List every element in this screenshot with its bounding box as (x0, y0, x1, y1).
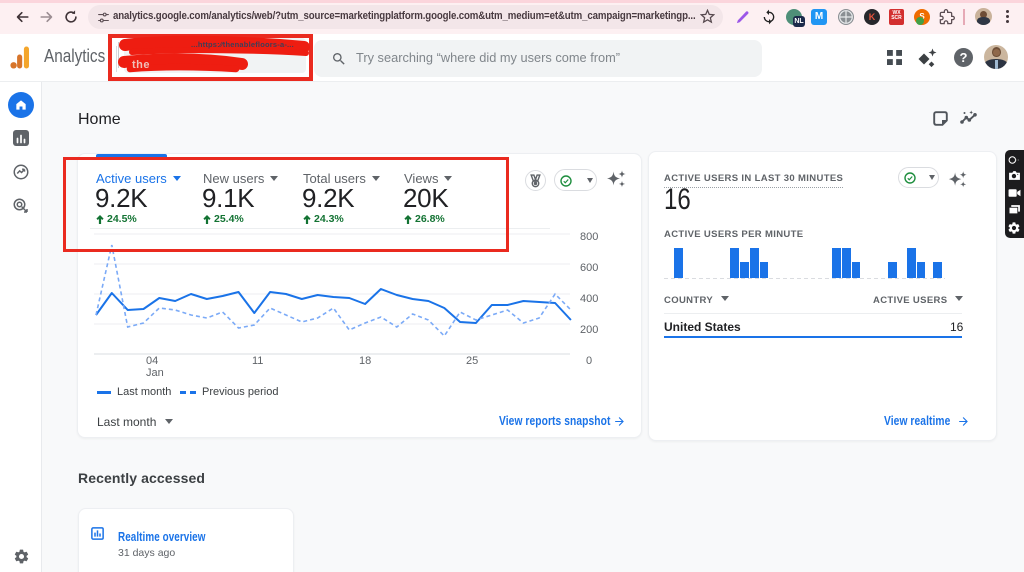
svg-text:25: 25 (466, 355, 478, 367)
svg-text:Jan: Jan (146, 367, 164, 379)
svg-text:800: 800 (580, 231, 598, 243)
svg-text:200: 200 (580, 324, 598, 336)
svg-text:400: 400 (580, 293, 598, 305)
svg-text:04: 04 (146, 355, 158, 367)
svg-text:600: 600 (580, 262, 598, 274)
svg-text:11: 11 (252, 355, 263, 367)
svg-text:18: 18 (359, 355, 371, 367)
svg-text:0: 0 (586, 355, 592, 367)
